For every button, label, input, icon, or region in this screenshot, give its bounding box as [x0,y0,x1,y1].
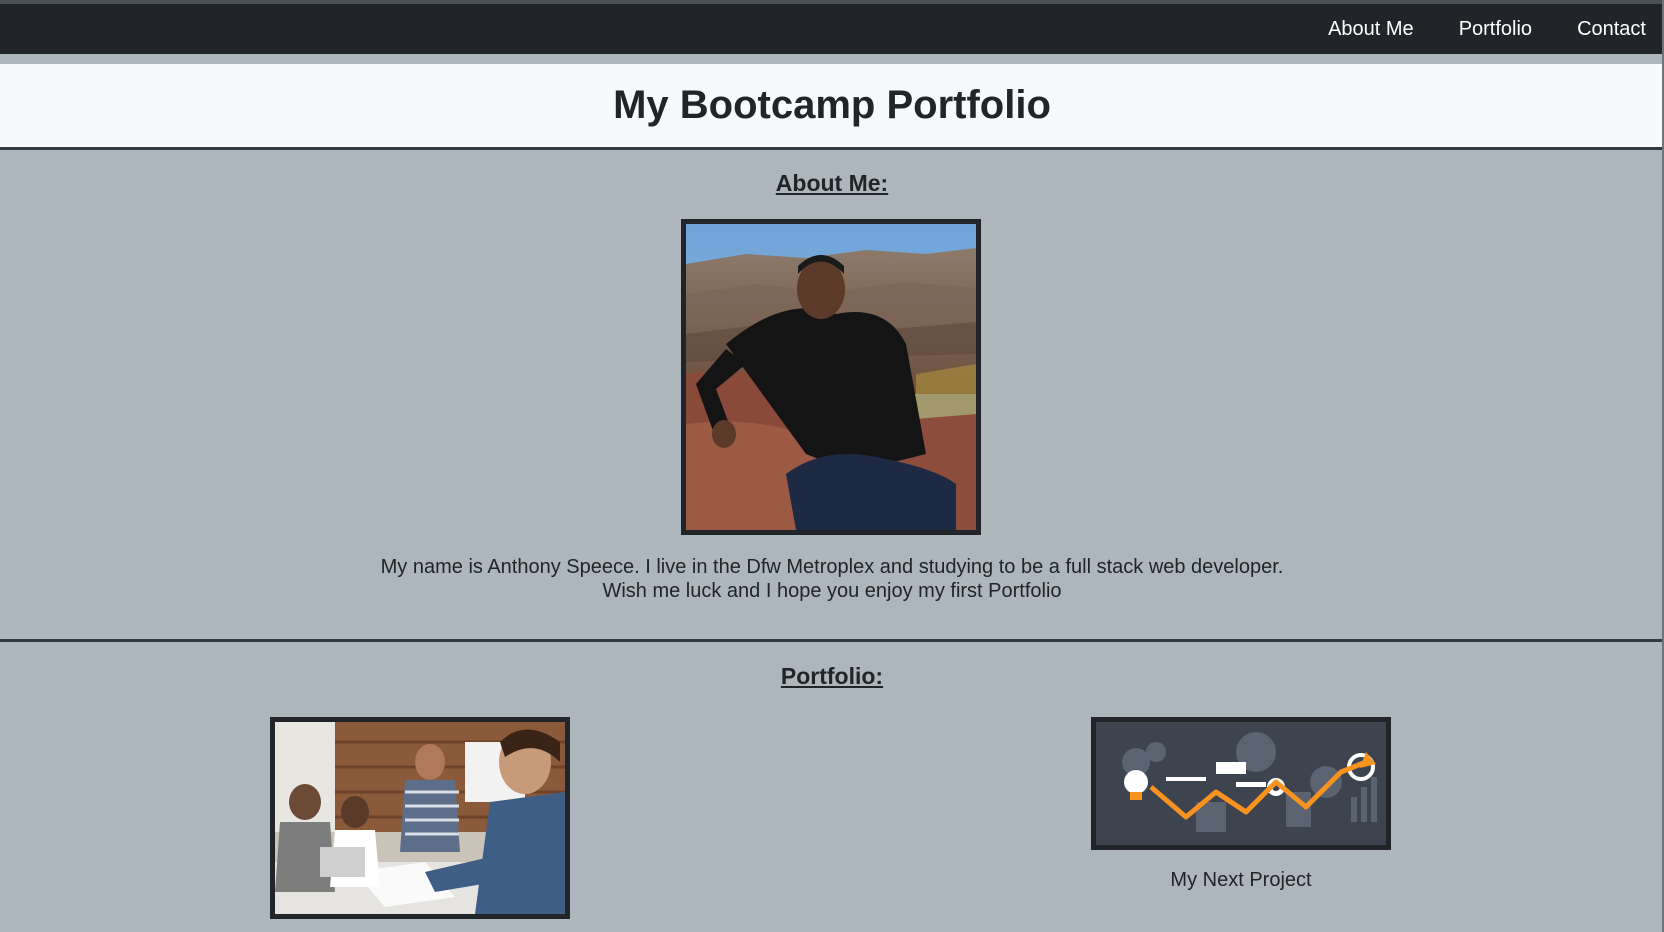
nav-link-about-me[interactable]: About Me [1328,18,1414,41]
navbar: About Me Portfolio Contact [0,4,1664,54]
team-meeting-image [275,722,565,914]
project-1-image[interactable] [270,717,570,919]
page-title: My Bootcamp Portfolio [613,83,1051,127]
portfolio-section: Portfolio: My Next Project [0,645,1664,932]
bio-text: My name is Anthony Speece. I live in the… [0,555,1664,603]
about-heading: About Me: [775,170,889,196]
nav-link-contact[interactable]: Contact [1577,18,1646,41]
project-2-image[interactable] [1091,717,1391,850]
page-header: My Bootcamp Portfolio [0,64,1664,150]
project-infographic-image [1096,722,1386,845]
project-2-caption: My Next Project [1170,869,1312,891]
bio-line-1: My name is Anthony Speece. I live in the… [380,556,1284,578]
about-section: About Me: My name is Anthony Speece. I l… [0,152,1664,642]
nav-link-portfolio[interactable]: Portfolio [1459,18,1532,41]
profile-photo-image [686,224,976,530]
profile-photo [681,219,981,535]
nav-spacer [0,54,1664,64]
bio-line-2: Wish me luck and I hope you enjoy my fir… [602,580,1062,602]
portfolio-heading: Portfolio: [780,663,884,689]
